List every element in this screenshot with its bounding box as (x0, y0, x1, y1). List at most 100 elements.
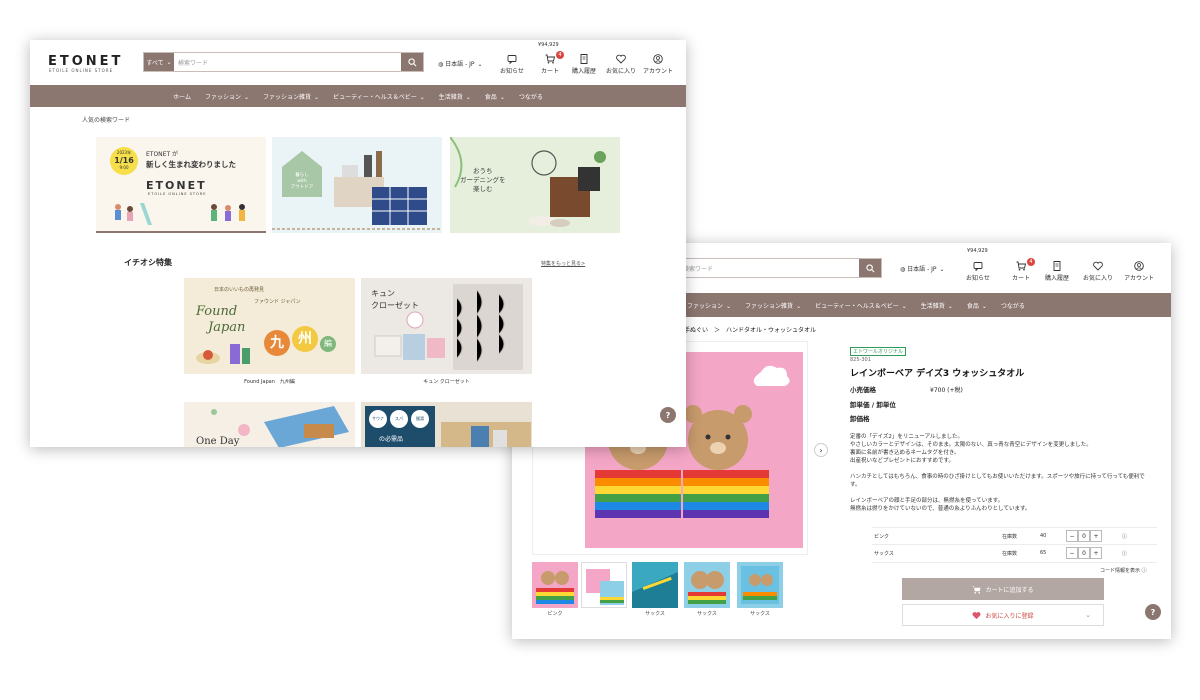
outdoor-banner[interactable]: 暮らし with アウトドア (272, 137, 442, 233)
search-bar[interactable]: 検索ワード (672, 258, 882, 278)
search-input[interactable]: 検索ワード (174, 53, 401, 71)
breadcrumb[interactable]: ル・手ぬぐい ＞ ハンドタオル・ウォッシュタオル (672, 325, 816, 334)
product-title: レインボーベア デイズ3 ウォッシュタオル (850, 369, 1025, 379)
thumb-art (741, 566, 779, 604)
decrement-button[interactable]: − (1066, 530, 1078, 542)
nav-beauty[interactable]: ビューティー・ヘルス＆ベビー ⌄ (333, 92, 425, 101)
stock-label: 在庫数 (1002, 551, 1018, 557)
stock-count: 40 (1040, 533, 1047, 539)
nav-beauty[interactable]: ビューティー・ヘルス＆ベビー ⌄ (815, 301, 907, 310)
language-selector[interactable]: ◍ 日本語 - JP ⌄ (900, 264, 945, 273)
feature-card-found-japan[interactable]: 日本のいいもの再発見 ファウンド ジャパン Found Japan 九 州 編 (184, 278, 355, 374)
chevron-down-icon: ⌄ (1085, 611, 1091, 619)
cart-count-badge: 4 (1027, 258, 1036, 266)
product-tag: エトワールオリジナル (850, 347, 907, 356)
heart-icon (972, 611, 981, 619)
renewal-banner[interactable]: 2023年 1/16 9:00 ETONET が 新しく生まれ変わりました ET… (96, 137, 266, 233)
thumbnail-pink[interactable] (532, 562, 578, 608)
nav-food[interactable]: 食品 ⌄ (485, 92, 505, 101)
stock-count: 65 (1040, 550, 1047, 556)
product-description: 定番の「デイズ2」をリニューアルしました。 やさしいカラーとデザインは、そのまま… (850, 433, 1150, 521)
food-illustration (196, 344, 250, 364)
account-link[interactable]: アカウント (643, 54, 673, 75)
feature-card-kyun-closet[interactable]: キュン クローゼット (361, 278, 532, 374)
wholesale-price-label: 卸価格 (850, 415, 870, 423)
wholesale-unit-label: 卸単価 / 卸単位 (850, 401, 896, 409)
cart-icon (972, 585, 982, 594)
nav-living[interactable]: 生活雑貨 ⌄ (439, 92, 471, 101)
favorites-link[interactable]: お気に入り (1083, 261, 1113, 282)
help-button[interactable]: ? (1145, 604, 1161, 620)
quantity-input[interactable]: 0 (1078, 530, 1090, 542)
user-icon (1134, 261, 1144, 271)
date-badge: 2023年 1/16 9:00 (110, 147, 138, 175)
history-link[interactable]: 購入履歴 (572, 54, 596, 75)
quantity-stepper[interactable]: − 0 + (1066, 530, 1102, 542)
gardening-banner[interactable]: おうち ガーデニングを 楽しむ (450, 137, 620, 233)
help-button[interactable]: ? (660, 407, 676, 423)
nav-fashion[interactable]: ファッション ⌄ (205, 92, 249, 101)
add-to-cart-button[interactable]: カートに追加する (902, 578, 1104, 600)
notice-link[interactable]: お知らせ (500, 54, 524, 75)
notice-link[interactable]: お知らせ (966, 261, 990, 282)
quantity-stepper[interactable]: − 0 + (1066, 547, 1102, 559)
info-icon[interactable]: ⓘ (1122, 533, 1127, 540)
sento-tag: 銭湯 (411, 410, 429, 428)
main-nav: ホーム ファッション ⌄ ファッション雑貨 ⌄ ビューティー・ヘルス＆ベビー ⌄ 生活… (30, 85, 686, 107)
search-icon (407, 57, 416, 66)
nav-living[interactable]: 生活雑貨 ⌄ (921, 301, 953, 310)
show-code-info-link[interactable]: コード情報を表示 ⓘ (1100, 567, 1147, 574)
site-logo[interactable]: ETONET (48, 54, 123, 69)
quantity-input[interactable]: 0 (1078, 547, 1090, 559)
search-category-select[interactable]: すべて ⌄ (144, 53, 174, 71)
thumbnail-pink-set[interactable] (581, 562, 627, 608)
feature-card-caption: Found Japan 九州編 (244, 379, 295, 385)
feature-section-title: イチオシ特集 (124, 258, 172, 267)
thumbnail-sax-fold[interactable] (632, 562, 678, 608)
site-logo-sub: ETOILE ONLINE STORE (49, 68, 114, 73)
thumb-art (536, 571, 574, 604)
description-paragraph: ハンカチとしてはもちろん、食事の時のひざ掛けとしてもお使いいただけます。スポーツ… (850, 474, 1145, 488)
increment-button[interactable]: + (1090, 547, 1102, 559)
thumbnail-sax-2[interactable] (737, 562, 783, 608)
search-bar[interactable]: すべて ⌄ 検索ワード (143, 52, 424, 72)
decrement-button[interactable]: − (1066, 547, 1078, 559)
cart-link[interactable]: 4 カート (541, 51, 565, 75)
thumbnail-sax[interactable] (684, 562, 730, 608)
nav-fashion-goods[interactable]: ファッション雑貨 ⌄ (745, 301, 801, 310)
add-to-favorites-button[interactable]: お気に入りに登録 ⌄ (902, 604, 1104, 626)
next-image-button[interactable]: › (814, 443, 828, 457)
feature-card-sauna[interactable]: サウナ スパ 銭湯 の必需品 (361, 402, 532, 447)
cart-link[interactable]: 4 カート (1012, 258, 1036, 282)
nav-food[interactable]: 食品 ⌄ (967, 301, 987, 310)
cart-total: ¥94,929 (967, 248, 988, 254)
nav-home[interactable]: ホーム (173, 92, 191, 101)
description-paragraph: 定番の「デイズ2」をリニューアルしました。 やさしいカラーとデザインは、そのまま… (850, 434, 1092, 464)
history-link[interactable]: 購入履歴 (1045, 261, 1069, 282)
language-selector[interactable]: ◍ 日本語 - JP ⌄ (438, 59, 483, 68)
info-icon[interactable]: ⓘ (1122, 550, 1127, 557)
retail-price-label: 小売価格 (850, 386, 876, 394)
variant-row: サックス 在庫数 65 − 0 + ⓘ (872, 545, 1157, 563)
account-link[interactable]: アカウント (1124, 261, 1154, 282)
cart-icon (1016, 261, 1026, 271)
search-input[interactable]: 検索ワード (673, 259, 859, 277)
nav-connect[interactable]: つながる (1001, 301, 1025, 310)
feature-card-one-day[interactable]: One Day (184, 402, 355, 447)
nav-fashion[interactable]: ファッション ⌄ (687, 301, 731, 310)
more-features-link[interactable]: 特集をもっと見る> (541, 260, 585, 267)
search-icon (865, 263, 874, 272)
nav-connect[interactable]: つながる (519, 92, 543, 101)
nav-fashion-goods[interactable]: ファッション雑貨 ⌄ (263, 92, 319, 101)
variant-name: ピンク (874, 534, 890, 540)
favorites-link[interactable]: お気に入り (606, 54, 636, 75)
increment-button[interactable]: + (1090, 530, 1102, 542)
cart-count-badge: 4 (556, 51, 565, 59)
search-button[interactable] (401, 53, 423, 71)
receipt-icon (1053, 261, 1061, 271)
popular-search-label: 人気の検索ワード (82, 117, 131, 124)
heart-icon (1093, 261, 1103, 271)
variant-name: サックス (874, 551, 894, 557)
search-button[interactable] (859, 259, 881, 277)
thumb-caption: サックス (697, 611, 717, 617)
